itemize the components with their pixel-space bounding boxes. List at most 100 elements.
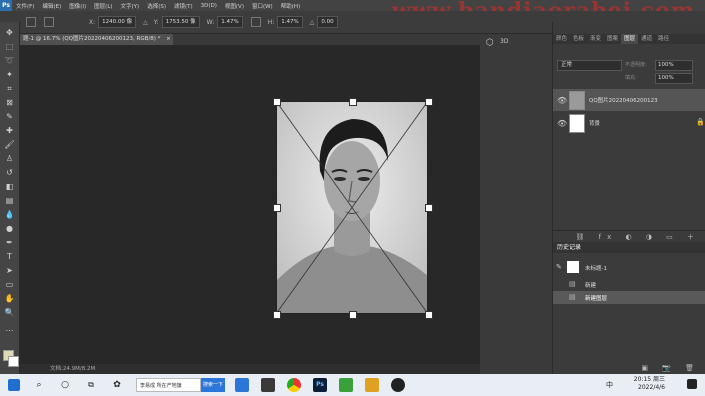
brush-tool-icon[interactable]: 🖌 xyxy=(3,138,16,151)
menu-3d[interactable]: 3D(D) xyxy=(197,3,221,9)
notification-icon[interactable] xyxy=(687,379,697,389)
menu-type[interactable]: 文字(Y) xyxy=(117,2,144,10)
transform-handle-bl[interactable] xyxy=(273,311,281,319)
visibility-eye-icon[interactable]: 👁 xyxy=(557,96,567,105)
transform-handle-ml[interactable] xyxy=(273,204,281,212)
more-tools-icon[interactable]: … xyxy=(3,322,16,335)
h-field[interactable]: 1.47% xyxy=(277,16,303,28)
gradient-tool-icon[interactable]: ▤ xyxy=(3,194,16,207)
chrome-icon[interactable] xyxy=(287,378,301,392)
zoom-tool-icon[interactable]: 🔍 xyxy=(3,306,16,319)
transform-handle-mr[interactable] xyxy=(425,204,433,212)
visibility-eye-icon[interactable]: 👁 xyxy=(557,119,567,128)
web-search-input[interactable]: 李易成 所在产地旗 xyxy=(136,378,201,392)
qq-icon[interactable] xyxy=(391,378,405,392)
blur-tool-icon[interactable]: 💧 xyxy=(3,208,16,221)
transform-tool-icon[interactable] xyxy=(26,17,36,27)
menu-file[interactable]: 文件(F) xyxy=(12,2,38,10)
fill-field[interactable]: 100% xyxy=(655,73,693,84)
clock[interactable]: 20:15 周三 2022/4/6 xyxy=(634,376,665,392)
y-field[interactable]: 1753.50 像 xyxy=(161,16,200,28)
search-icon[interactable]: ⌕ xyxy=(32,378,46,392)
ime-indicator[interactable]: 中 xyxy=(606,380,613,390)
mail-icon[interactable] xyxy=(235,378,249,392)
type-tool-icon[interactable]: T xyxy=(3,250,16,263)
magic-wand-icon[interactable]: ✦ xyxy=(3,68,16,81)
document-icon: ▤ xyxy=(569,293,576,301)
portrait-image[interactable] xyxy=(276,101,428,314)
transform-handle-tl[interactable] xyxy=(273,98,281,106)
menu-window[interactable]: 窗口(W) xyxy=(248,2,277,10)
layer-thumbnail xyxy=(569,91,585,110)
menu-help[interactable]: 帮助(H) xyxy=(277,2,304,10)
portrait-drawing xyxy=(276,101,428,314)
snapshot-thumbnail xyxy=(567,261,579,273)
x-field[interactable]: 1240.00 像 xyxy=(98,16,137,28)
history-snapshot[interactable]: ✎ 未标题-1 xyxy=(553,260,705,276)
fill-label: 填充: xyxy=(625,75,637,81)
transform-handle-tc[interactable] xyxy=(349,98,357,106)
menu-filter[interactable]: 滤镜(T) xyxy=(170,2,197,10)
eyedropper-icon[interactable]: ✎ xyxy=(3,110,16,123)
w-field[interactable]: 1.47% xyxy=(217,16,243,28)
history-item[interactable]: ▤ 新建图层 xyxy=(553,291,705,304)
layer-row[interactable]: 👁 背景 🔒 xyxy=(553,112,705,134)
menu-view[interactable]: 视图(V) xyxy=(221,2,248,10)
history-item[interactable]: ▤ 新建 xyxy=(553,278,705,291)
document-tab[interactable]: 题-1 @ 16.7% (QQ图片20220406200123, RGB/8) … xyxy=(20,34,173,45)
close-tab-icon[interactable]: × xyxy=(166,36,171,42)
layer-row[interactable]: 👁 QQ图片20220406200123 xyxy=(553,89,705,111)
transform-handle-tr[interactable] xyxy=(425,98,433,106)
app-icon[interactable]: ✿ xyxy=(110,378,124,392)
pen-tool-icon[interactable]: ✒ xyxy=(3,236,16,249)
store-icon[interactable] xyxy=(261,378,275,392)
crop-tool-icon[interactable]: ⌗ xyxy=(3,82,16,95)
tab-paths[interactable]: 路径 xyxy=(655,34,672,44)
tab-patterns[interactable]: 图案 xyxy=(604,34,621,44)
layer-thumbnail xyxy=(569,114,585,133)
tab-gradients[interactable]: 渐变 xyxy=(587,34,604,44)
angle-field[interactable]: 0.00 xyxy=(317,16,338,28)
history-actions-bar[interactable]: ▣ 📷 🗑 xyxy=(553,362,705,374)
layer-actions-bar[interactable]: ⛓ fx ◐ ◑ ▭ ＋ 🗑 xyxy=(553,230,705,253)
menu-select[interactable]: 选择(S) xyxy=(143,2,170,10)
windows-start-icon[interactable] xyxy=(8,379,20,391)
history-brush-icon[interactable]: ↺ xyxy=(3,166,16,179)
menu-edit[interactable]: 编辑(E) xyxy=(38,2,65,10)
transform-handle-br[interactable] xyxy=(425,311,433,319)
hand-tool-icon[interactable]: ✋ xyxy=(3,292,16,305)
move-tool-icon[interactable]: ✥ xyxy=(3,26,16,39)
history-panel-title[interactable]: 历史记录 xyxy=(553,242,705,253)
opacity-field[interactable]: 100% xyxy=(655,60,693,71)
lasso-tool-icon[interactable]: ➰ xyxy=(3,54,16,67)
tab-swatches[interactable]: 色板 xyxy=(570,34,587,44)
tab-color[interactable]: 颜色 xyxy=(553,34,570,44)
background-color-swatch[interactable] xyxy=(8,356,19,367)
tab-channels[interactable]: 通道 xyxy=(638,34,655,44)
blend-mode-select[interactable]: 正常 xyxy=(557,60,622,71)
wechat-icon[interactable] xyxy=(339,378,353,392)
w-label: W: xyxy=(206,18,215,26)
menu-layer[interactable]: 图层(L) xyxy=(90,2,116,10)
frame-tool-icon[interactable]: ⊠ xyxy=(3,96,16,109)
path-select-icon[interactable]: ➤ xyxy=(3,264,16,277)
clock-time: 20:15 周三 xyxy=(633,376,665,383)
reference-point-icon[interactable] xyxy=(44,17,54,27)
link-icon[interactable] xyxy=(250,17,261,27)
3d-cube-icon[interactable]: ⬡ xyxy=(486,38,496,48)
marquee-tool-icon[interactable]: ⬚ xyxy=(3,40,16,53)
healing-brush-icon[interactable]: ✚ xyxy=(3,124,16,137)
h-label: H: xyxy=(267,18,275,26)
task-view-icon[interactable]: ⧉ xyxy=(84,378,98,392)
web-search-button[interactable]: 搜索一下 xyxy=(201,378,225,392)
cortana-icon[interactable]: ○ xyxy=(58,378,72,392)
eraser-tool-icon[interactable]: ◧ xyxy=(3,180,16,193)
stamp-tool-icon[interactable]: ♙ xyxy=(3,152,16,165)
explorer-icon[interactable] xyxy=(365,378,379,392)
dodge-tool-icon[interactable]: ● xyxy=(3,222,16,235)
photoshop-taskbar-icon[interactable]: Ps xyxy=(313,378,327,392)
tab-layers[interactable]: 图层 xyxy=(621,34,639,44)
menu-image[interactable]: 图像(I) xyxy=(65,2,90,10)
transform-handle-bc[interactable] xyxy=(349,311,357,319)
shape-tool-icon[interactable]: ▭ xyxy=(3,278,16,291)
